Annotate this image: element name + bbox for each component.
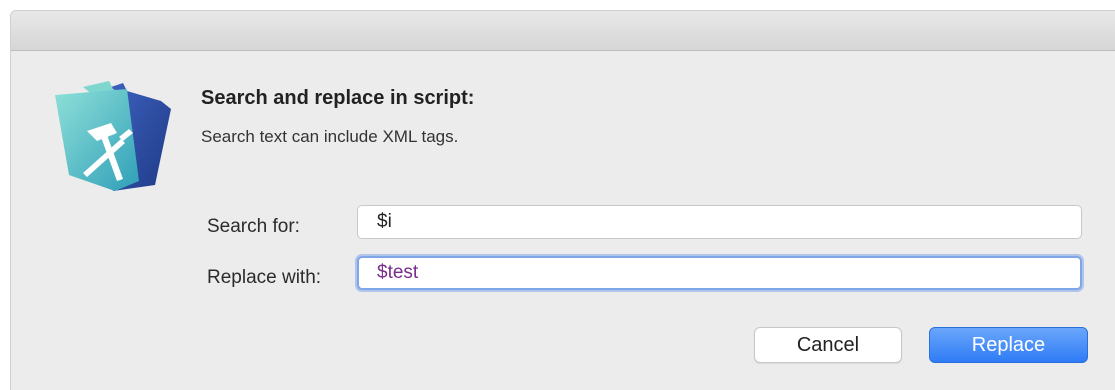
filemaker-developer-folder-icon xyxy=(53,81,171,191)
cancel-button[interactable]: Cancel xyxy=(754,327,902,363)
dialog-titlebar xyxy=(11,11,1115,51)
search-for-input[interactable] xyxy=(357,205,1082,239)
search-replace-dialog: Search and replace in script: Search tex… xyxy=(10,10,1115,390)
replace-with-input[interactable] xyxy=(357,256,1082,290)
replace-with-label: Replace with: xyxy=(207,267,322,288)
dialog-heading: Search and replace in script: xyxy=(201,87,475,109)
search-for-label: Search for: xyxy=(207,216,300,237)
replace-button[interactable]: Replace xyxy=(929,327,1088,363)
dialog-subtext: Search text can include XML tags. xyxy=(201,127,459,146)
